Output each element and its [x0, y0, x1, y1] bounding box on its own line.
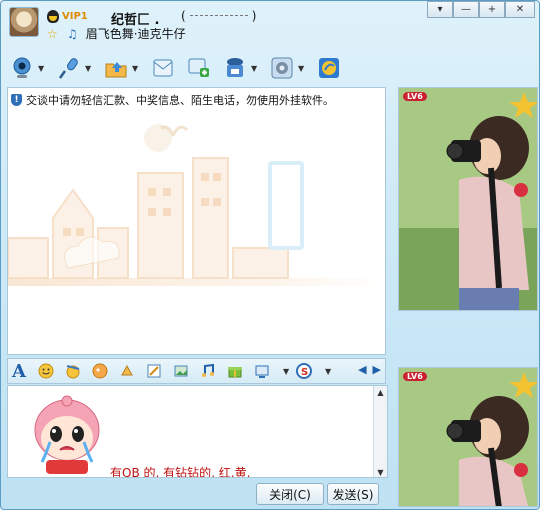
voice-call-icon: [56, 55, 82, 81]
svg-text:S: S: [301, 367, 308, 378]
screenshot-icon[interactable]: [145, 362, 163, 380]
chevron-down-icon[interactable]: ▼: [325, 367, 333, 376]
vip-badge[interactable]: VIP1: [47, 10, 88, 23]
title-bar: VIP1 纪哲匚 . () ☆ ♫ 眉飞色舞·迪克牛仔 ▾ — + ✕: [1, 1, 539, 45]
vip-label: VIP1: [62, 11, 88, 22]
menu-button[interactable]: ▾: [427, 1, 453, 18]
picture-icon[interactable]: [172, 362, 190, 380]
scroll-up-icon[interactable]: ▲: [374, 386, 387, 399]
level-badge: LV6: [403, 372, 427, 381]
magic-emoticon-icon[interactable]: [64, 362, 82, 380]
main-toolbar: ▼ ▼ ▼ ▼ ▼: [9, 51, 352, 85]
send-file-button[interactable]: ▼: [103, 55, 140, 81]
sogou-icon[interactable]: S: [295, 362, 313, 380]
gift-icon[interactable]: [226, 362, 244, 380]
doodle-icon[interactable]: [91, 362, 109, 380]
contact-show-photo[interactable]: LV6: [398, 87, 538, 311]
screen-capture-icon[interactable]: [253, 362, 271, 380]
girl-with-camera-image: [399, 368, 537, 506]
app-button[interactable]: ▼: [222, 55, 259, 81]
input-text: 有QB 的, 有钻钻的, 红,黄,: [110, 466, 251, 478]
my-show-photo[interactable]: LV6: [398, 367, 538, 507]
input-scrollbar[interactable]: ▲ ▼: [373, 386, 387, 477]
music-note-icon[interactable]: ♫: [67, 28, 78, 40]
chevron-down-icon[interactable]: ▼: [283, 367, 291, 376]
chevron-right-icon[interactable]: ▶: [373, 363, 381, 376]
add-friend-button[interactable]: [186, 55, 212, 81]
star-icon[interactable]: ☆: [47, 28, 59, 40]
chevron-down-icon[interactable]: ▼: [85, 64, 93, 73]
minimize-button[interactable]: —: [453, 1, 479, 18]
share-button[interactable]: [316, 55, 342, 81]
font-icon[interactable]: A: [10, 361, 28, 382]
contact-signature[interactable]: 眉飞色舞·迪克牛仔: [86, 25, 186, 42]
chevron-down-icon[interactable]: ▼: [38, 64, 46, 73]
format-toolbar: A ▼ S ▼ ◀ ▶: [7, 358, 386, 384]
format-nav: ◀ ▶: [358, 363, 381, 376]
masked-id: [189, 15, 248, 16]
send-file-icon: [103, 55, 129, 81]
chevron-down-icon[interactable]: ▼: [132, 64, 140, 73]
voice-call-button[interactable]: ▼: [56, 55, 93, 81]
message-input-panel[interactable]: 有QB 的, 有钻钻的, 红,黄, ▲ ▼: [7, 385, 388, 478]
add-friend-icon: [186, 55, 212, 81]
close-button[interactable]: 关闭(C): [256, 483, 324, 505]
background-scene: [8, 124, 385, 286]
send-sms-icon: [150, 55, 176, 81]
contact-id: (): [181, 9, 256, 23]
settings-button[interactable]: ▼: [269, 55, 306, 81]
close-window-button[interactable]: ✕: [505, 1, 535, 18]
video-call-button[interactable]: ▼: [9, 55, 46, 81]
send-sms-button[interactable]: [150, 55, 176, 81]
window-controls: ▾ — + ✕: [427, 1, 535, 18]
settings-icon: [269, 55, 295, 81]
qq-penguin-icon: [47, 10, 59, 23]
send-button[interactable]: 发送(S): [327, 483, 379, 505]
level-badge: LV6: [403, 92, 427, 101]
status-row: ☆ ♫ 眉飞色舞·迪克牛仔: [47, 25, 186, 42]
chevron-down-icon[interactable]: ▼: [251, 64, 259, 73]
shake-icon[interactable]: [118, 362, 136, 380]
share-icon: [316, 55, 342, 81]
contact-avatar[interactable]: [9, 7, 39, 37]
chat-history-panel[interactable]: ! 交谈中请勿轻信汇款、中奖信息、陌生电话，勿使用外挂软件。: [7, 87, 386, 355]
chevron-down-icon[interactable]: ▼: [298, 64, 306, 73]
shield-icon: !: [11, 94, 22, 106]
app-icon: [222, 55, 248, 81]
emoticon-icon[interactable]: [37, 362, 55, 380]
video-call-icon: [9, 55, 35, 81]
music-icon[interactable]: [199, 362, 217, 380]
chevron-left-icon[interactable]: ◀: [358, 363, 366, 376]
notice-text: 交谈中请勿轻信汇款、中奖信息、陌生电话，勿使用外挂软件。: [26, 94, 334, 107]
contact-id-open: (: [181, 9, 186, 23]
security-notice: ! 交谈中请勿轻信汇款、中奖信息、陌生电话，勿使用外挂软件。: [11, 92, 334, 108]
girl-with-camera-image: [399, 88, 537, 310]
chat-window: VIP1 纪哲匚 . () ☆ ♫ 眉飞色舞·迪克牛仔 ▾ — + ✕ ▼ ▼: [0, 0, 540, 510]
scroll-down-icon[interactable]: ▼: [374, 466, 387, 477]
contact-id-close: ): [251, 9, 257, 23]
crying-sticker: [34, 395, 100, 474]
maximize-button[interactable]: +: [479, 1, 505, 18]
